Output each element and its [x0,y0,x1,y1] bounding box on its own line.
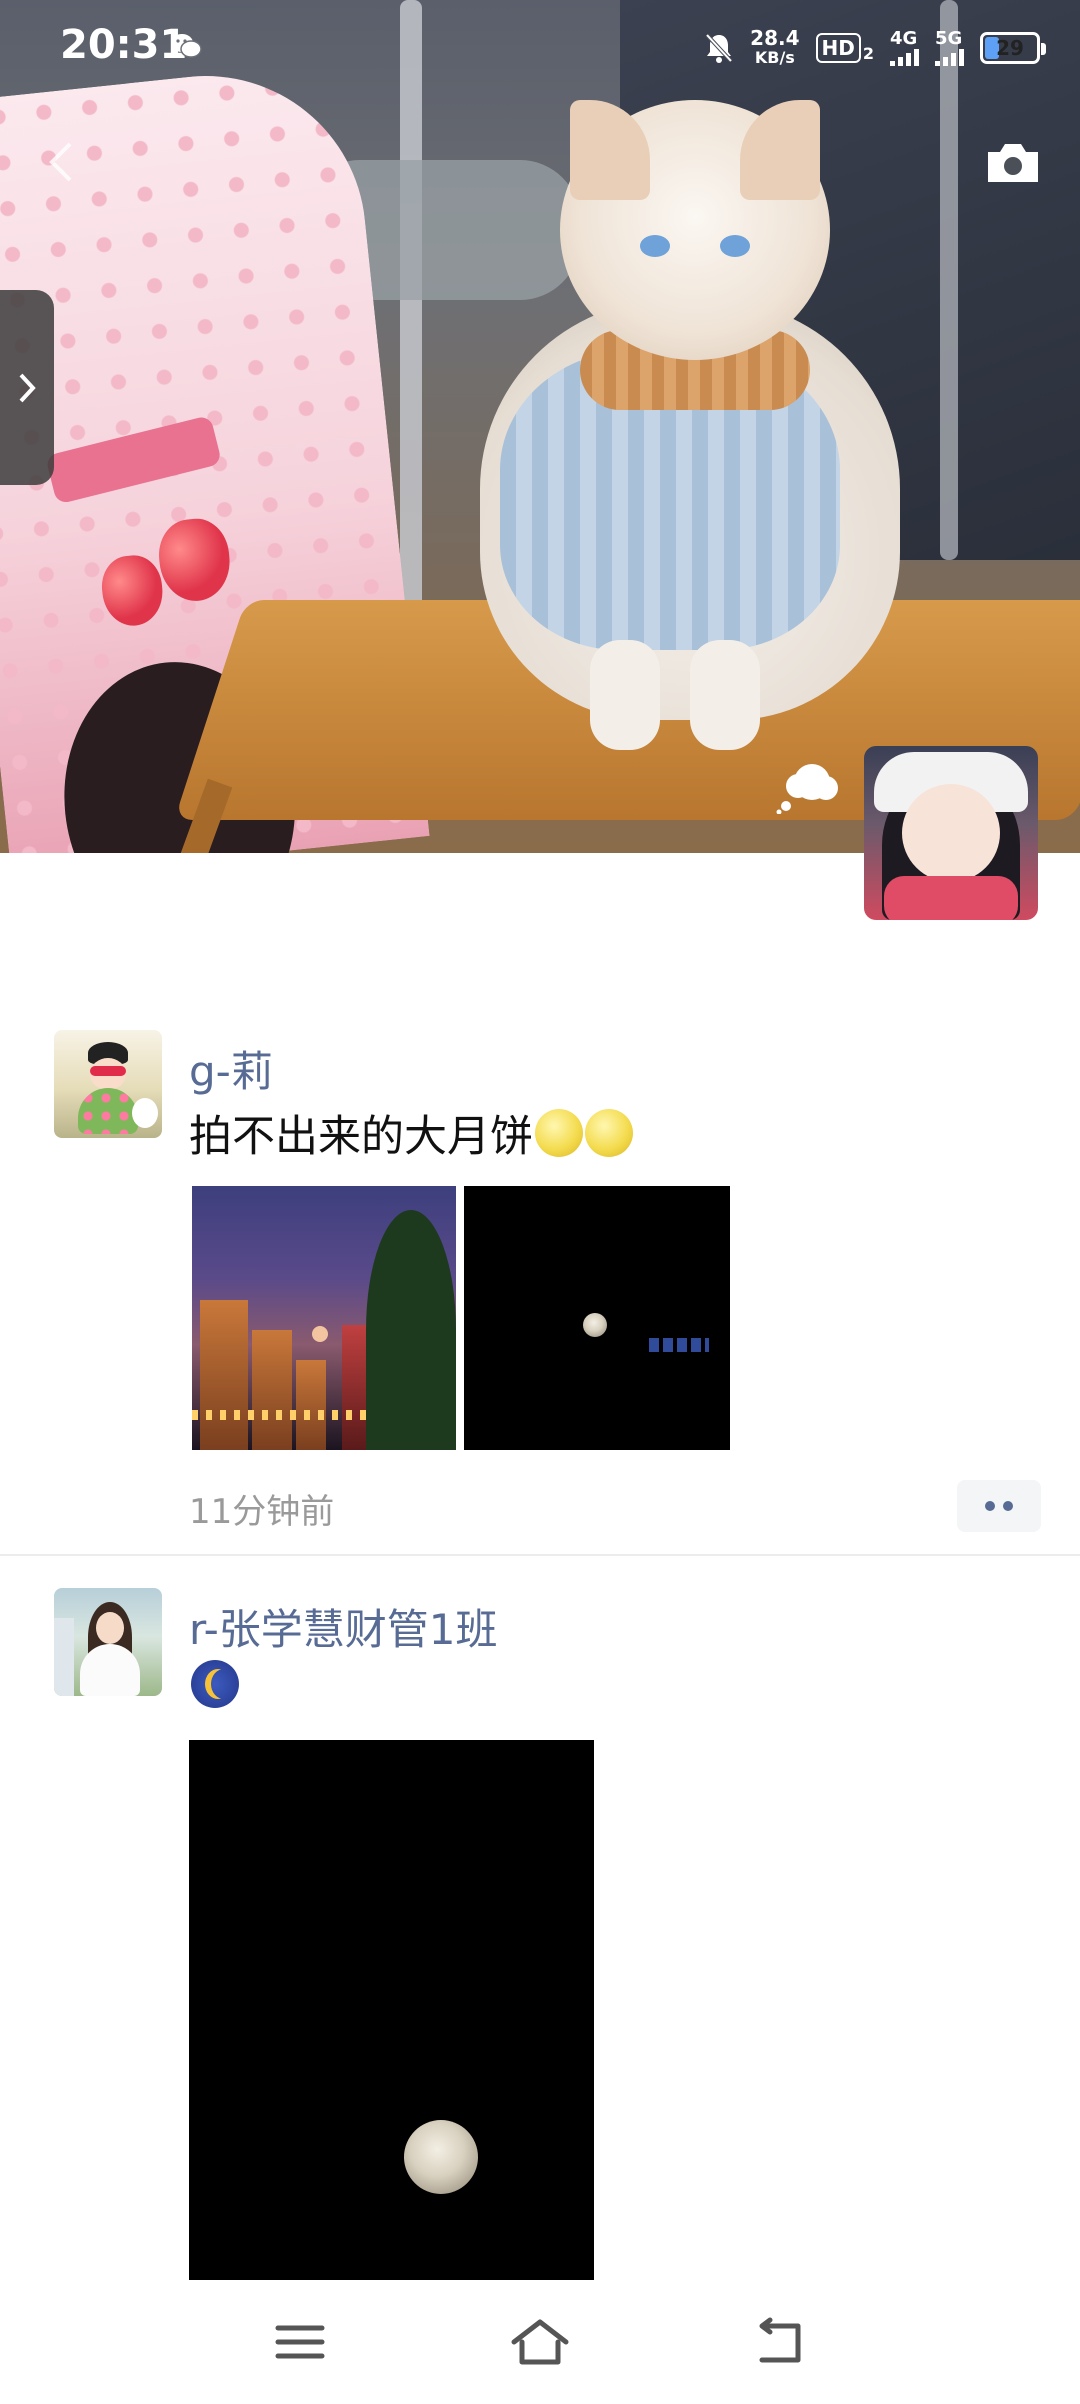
speed-value: 28.4 [750,26,800,50]
strawberry-decoration [98,552,166,629]
avatar-face [902,784,1000,882]
strawberry-decoration [155,515,234,605]
post-text-content: 拍不出来的大月饼 [189,1112,533,1162]
system-navigation-bar [0,2280,1080,2404]
avatar-face [96,1612,124,1644]
cat-head [560,100,830,360]
photo-sign [649,1338,709,1352]
post-avatar[interactable] [54,1588,162,1696]
signal-5g: 5G [935,30,964,66]
photo-tree [366,1210,456,1450]
dot-icon [1003,1501,1013,1511]
post-photo-moon-night[interactable] [464,1186,730,1450]
battery-level: 29 [996,36,1024,60]
photo-building [296,1360,326,1450]
hd-indicator: HD 2 [815,33,874,63]
post-divider [0,1554,1080,1556]
dot-icon [985,1501,995,1511]
my-profile-avatar[interactable] [864,746,1038,920]
post-timestamp: 11分钟前 [189,1492,335,1532]
photo-moon [404,2120,478,2194]
status-time: 20:31 [60,22,188,68]
hd-sub: 2 [862,44,874,63]
photo-building [252,1330,292,1450]
avatar-scarf [884,876,1018,920]
photo-building [200,1300,248,1450]
net-label-5g: 5G [935,28,963,49]
cat-eye [640,235,670,257]
back-icon[interactable] [750,2316,810,2368]
photo-moon [583,1313,607,1337]
post-photo-full-moon[interactable] [189,1740,594,2280]
avatar-glasses [90,1066,126,1076]
post-author-name[interactable]: r-张学慧财管1班 [189,1596,497,1657]
crescent-moon-emoji [191,1660,239,1708]
camera-icon[interactable] [984,140,1042,186]
cat-ear [570,100,650,200]
avatar-dress [78,1088,138,1134]
more-actions-button[interactable] [957,1480,1041,1532]
hd-badge: HD [815,33,861,63]
signal-bars-icon [935,48,964,66]
cat-ear [740,100,820,200]
avatar-duck [132,1098,158,1128]
chevron-left-icon[interactable] [46,140,76,184]
chevron-right-icon [19,373,36,402]
post-text [189,1660,239,1708]
status-right-group: 28.4 KB/s HD 2 4G 5G 29 [704,26,1046,70]
full-moon-emoji [585,1109,633,1157]
cover-cat [470,80,910,750]
status-bar: 20:31 28.4 KB/s HD 2 4G 5G 29 [0,0,1080,96]
home-icon[interactable] [510,2316,570,2368]
mute-bell-icon [705,33,733,63]
net-label-4g: 4G [890,28,918,49]
cat-leg [590,640,660,750]
speed-unit: KB/s [754,48,795,67]
network-speed: 28.4 KB/s [750,28,799,68]
signal-4g: 4G [890,30,919,66]
cover-photo[interactable] [0,0,1080,853]
post-text: 拍不出来的大月饼 [189,1102,633,1164]
side-expand-tab[interactable] [0,290,54,485]
photo-moon [312,1326,328,1342]
avatar-gown [80,1644,140,1696]
avatar-figure [54,1618,74,1696]
post-photo-city-night[interactable] [192,1186,456,1450]
signal-bars-icon [890,48,919,66]
status-bubble-icon[interactable] [776,760,840,814]
battery-icon: 29 [980,32,1046,64]
full-moon-emoji [535,1109,583,1157]
wechat-icon [171,34,202,58]
post-avatar[interactable] [54,1030,162,1138]
cover-box-label [45,414,223,505]
menu-icon[interactable] [270,2316,330,2368]
cat-leg [690,640,760,750]
post-author-name[interactable]: g-莉 [189,1038,273,1099]
cat-eye [720,235,750,257]
